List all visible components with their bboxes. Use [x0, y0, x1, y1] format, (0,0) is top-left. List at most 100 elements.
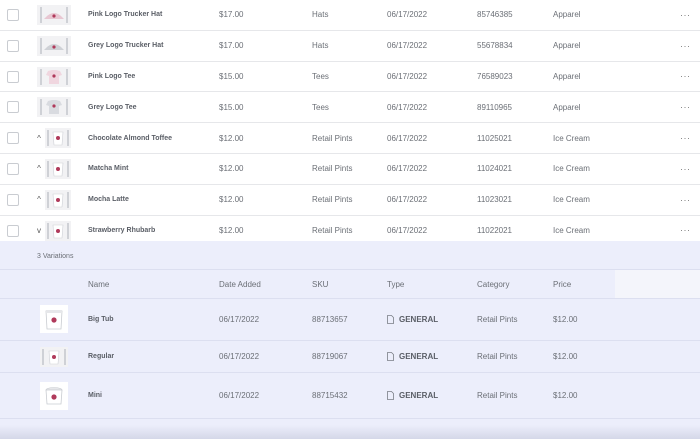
product-thumbnail [45, 158, 71, 179]
product-sku: 85746385 [477, 10, 513, 20]
product-sku: 11024021 [477, 164, 512, 174]
variation-name[interactable]: Big Tub [88, 298, 114, 340]
more-options-icon[interactable]: ··· [680, 62, 691, 92]
variation-sku: 88715432 [312, 391, 348, 400]
more-options-icon[interactable]: ··· [680, 0, 691, 30]
table-row[interactable]: Pink Logo Tee $15.00 Tees 06/17/2022 765… [0, 61, 700, 93]
variation-row[interactable]: Big Tub 06/17/2022 88713657 GENERAL Reta… [0, 298, 700, 341]
product-sku: 11025021 [477, 133, 512, 143]
product-thumbnail [45, 189, 71, 210]
product-category: Ice Cream [553, 164, 590, 174]
header-fill [615, 270, 700, 298]
product-type: Tees [312, 102, 329, 112]
variation-type-label: GENERAL [399, 391, 439, 400]
variation-row[interactable]: Regular 06/17/2022 88719067 GENERAL Reta… [0, 341, 700, 373]
more-options-icon[interactable]: ··· [680, 154, 691, 184]
header-category[interactable]: Category [477, 270, 509, 298]
product-sku: 76589023 [477, 71, 513, 81]
product-sku: 11023021 [477, 195, 512, 205]
product-category: Ice Cream [553, 133, 590, 143]
product-price: $15.00 [219, 102, 244, 112]
row-checkbox[interactable] [7, 224, 19, 237]
product-name[interactable]: Pink Logo Trucker Hat [88, 0, 162, 30]
row-checkbox[interactable] [7, 70, 19, 83]
table-row[interactable]: ^ Matcha Mint $12.00 Retail Pints 06/17/… [0, 153, 700, 185]
bottom-shadow [0, 425, 700, 439]
more-options-icon[interactable]: ··· [680, 31, 691, 61]
variation-date: 06/17/2022 [219, 391, 260, 400]
expand-icon[interactable]: ^ [35, 154, 43, 184]
product-type: Retail Pints [312, 164, 353, 174]
product-sku: 89110965 [477, 102, 512, 112]
product-type: Retail Pints [312, 133, 353, 143]
product-name[interactable]: Grey Logo Trucker Hat [88, 31, 163, 61]
product-price: $12.00 [219, 164, 244, 174]
variation-date: 06/17/2022 [219, 352, 260, 361]
row-checkbox[interactable] [7, 162, 19, 175]
product-thumbnail [45, 128, 71, 149]
product-category: Apparel [553, 71, 581, 81]
product-date: 06/17/2022 [387, 41, 428, 51]
product-price: $17.00 [219, 10, 244, 20]
product-date: 06/17/2022 [387, 102, 428, 112]
variation-thumbnail [40, 341, 68, 372]
variation-name[interactable]: Regular [88, 341, 114, 372]
table-row[interactable]: Grey Logo Tee $15.00 Tees 06/17/2022 891… [0, 92, 700, 124]
product-date: 06/17/2022 [387, 71, 428, 81]
product-price: $12.00 [219, 133, 244, 143]
document-icon [387, 391, 394, 400]
product-category: Ice Cream [553, 195, 590, 205]
product-date: 06/17/2022 [387, 10, 428, 20]
variation-sku: 88713657 [312, 314, 348, 324]
row-checkbox[interactable] [7, 9, 19, 21]
variation-type: GENERAL [387, 373, 438, 418]
variations-count: 3 Variations [37, 253, 74, 260]
product-table: Pink Logo Trucker Hat $17.00 Hats 06/17/… [0, 0, 700, 247]
product-name[interactable]: Matcha Mint [88, 154, 128, 184]
variation-name[interactable]: Mini [88, 373, 102, 418]
product-category: Apparel [553, 41, 581, 51]
variation-category: Retail Pints [477, 352, 518, 361]
product-category: Apparel [553, 10, 581, 20]
more-options-icon[interactable]: ··· [680, 92, 691, 122]
product-thumbnail [45, 220, 71, 241]
table-row[interactable]: Pink Logo Trucker Hat $17.00 Hats 06/17/… [0, 0, 700, 31]
header-date-added[interactable]: Date Added [219, 270, 261, 298]
product-date: 06/17/2022 [387, 164, 428, 174]
variation-price: $12.00 [553, 314, 578, 324]
header-price[interactable]: Price [553, 270, 571, 298]
more-options-icon[interactable]: ··· [680, 123, 691, 153]
product-type: Retail Pints [312, 195, 353, 205]
product-thumbnail [37, 66, 71, 87]
product-date: 06/17/2022 [387, 133, 428, 143]
variation-type: GENERAL [387, 341, 438, 372]
variation-row[interactable]: Mini 06/17/2022 88715432 GENERAL Retail … [0, 373, 700, 419]
header-type[interactable]: Type [387, 270, 404, 298]
table-row[interactable]: ^ Mocha Latte $12.00 Retail Pints 06/17/… [0, 184, 700, 216]
product-thumbnail [37, 35, 71, 56]
row-checkbox[interactable] [7, 101, 19, 114]
row-checkbox[interactable] [7, 39, 19, 52]
product-price: $17.00 [219, 41, 244, 51]
product-thumbnail [37, 97, 71, 118]
product-name[interactable]: Mocha Latte [88, 185, 129, 215]
product-name[interactable]: Chocolate Almond Toffee [88, 123, 172, 153]
row-checkbox[interactable] [7, 132, 19, 145]
document-icon [387, 314, 394, 324]
product-price: $15.00 [219, 71, 244, 81]
expand-icon[interactable]: ^ [35, 185, 43, 215]
variation-type-label: GENERAL [399, 352, 439, 361]
product-date: 06/17/2022 [387, 195, 428, 205]
product-name[interactable]: Pink Logo Tee [88, 62, 135, 92]
header-name[interactable]: Name [88, 270, 109, 298]
header-sku[interactable]: SKU [312, 270, 328, 298]
expand-icon[interactable]: ^ [35, 123, 43, 153]
row-checkbox[interactable] [7, 193, 19, 206]
variation-category: Retail Pints [477, 314, 518, 324]
more-options-icon[interactable]: ··· [680, 185, 691, 215]
product-name[interactable]: Grey Logo Tee [88, 92, 137, 122]
variations-panel: 3 Variations Name Date Added SKU Type Ca… [0, 241, 700, 439]
variation-price: $12.00 [553, 352, 578, 361]
table-row[interactable]: ^ Chocolate Almond Toffee $12.00 Retail … [0, 123, 700, 154]
table-row[interactable]: Grey Logo Trucker Hat $17.00 Hats 06/17/… [0, 30, 700, 62]
